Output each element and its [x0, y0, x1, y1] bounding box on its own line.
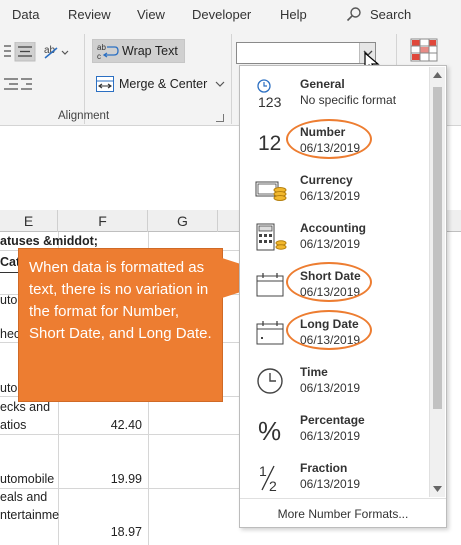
svg-text:12: 12: [258, 132, 281, 155]
wrap-text-label: Wrap Text: [122, 44, 178, 58]
cell-e8-line1[interactable]: eals and: [0, 490, 47, 504]
ribbon-tab-bar: Data Review View Developer Help Search: [0, 0, 461, 30]
format-item-currency[interactable]: Currency 06/13/2019: [240, 164, 430, 212]
number-12-icon: 12: [258, 132, 281, 155]
gridline: [0, 488, 240, 489]
triangle-down-icon: [433, 486, 442, 492]
alignment-group-label: Alignment: [58, 110, 110, 122]
format-name: Currency: [300, 173, 353, 187]
format-item-accounting[interactable]: Accounting 06/13/2019: [240, 212, 430, 260]
format-sample: 06/13/2019: [300, 429, 361, 443]
svg-text:2: 2: [269, 478, 277, 492]
scroll-up-button[interactable]: [430, 67, 445, 83]
format-item-general[interactable]: 123 General No specific format: [240, 68, 430, 116]
cell-e6-line2[interactable]: atios: [0, 418, 26, 432]
cell-e7[interactable]: utomobile: [0, 472, 54, 486]
highlight-oval-short-date: [286, 262, 372, 302]
format-sample: 06/13/2019: [300, 189, 361, 203]
format-item-percentage[interactable]: % Percentage 06/13/2019: [240, 404, 430, 452]
accounting-icon: [256, 223, 287, 251]
merge-center-button[interactable]: Merge & Center: [92, 73, 229, 95]
cell-e1[interactable]: atuses &middot;: [0, 234, 98, 248]
svg-text:c: c: [97, 52, 101, 60]
cell-f8[interactable]: 18.97: [60, 525, 142, 539]
align-buttons-icon[interactable]: [4, 42, 38, 62]
tab-data[interactable]: Data: [12, 7, 39, 22]
svg-text:ab: ab: [97, 43, 106, 52]
alignment-dialog-launcher[interactable]: [216, 114, 224, 122]
tab-help[interactable]: Help: [280, 7, 307, 22]
annotation-callout: When data is formatted as text, there is…: [18, 248, 223, 402]
svg-text:%: %: [258, 416, 281, 444]
general-123-icon: 123: [257, 79, 282, 108]
orientation-icon[interactable]: ab: [42, 42, 70, 62]
wrap-text-icon: ab c: [97, 43, 119, 60]
merge-center-label: Merge & Center: [119, 77, 208, 91]
format-name: Percentage: [300, 413, 365, 427]
more-number-formats-link[interactable]: More Number Formats...: [240, 498, 446, 528]
tab-review[interactable]: Review: [68, 7, 111, 22]
format-sample: No specific format: [300, 93, 397, 107]
format-sample: 06/13/2019: [300, 477, 361, 491]
merge-center-icon: [96, 76, 114, 92]
column-header-g[interactable]: G: [148, 210, 218, 232]
ribbon-separator: [231, 34, 232, 124]
format-sample: 06/13/2019: [300, 237, 361, 251]
search-icon: [346, 7, 361, 22]
tell-me-search[interactable]: Search: [346, 6, 411, 22]
cell-e5[interactable]: uto: [0, 381, 17, 395]
svg-text:1: 1: [259, 463, 267, 479]
format-name: Fraction: [300, 461, 348, 475]
column-header-e[interactable]: E: [0, 210, 58, 232]
format-name: General: [300, 77, 345, 91]
clock-icon: [257, 368, 283, 394]
cell-e3[interactable]: uto: [0, 293, 17, 307]
scroll-down-button[interactable]: [430, 481, 445, 497]
format-name: Accounting: [300, 221, 366, 235]
cell-f7[interactable]: 19.99: [60, 472, 142, 486]
highlight-oval-number: [286, 119, 372, 159]
currency-icon: [255, 181, 287, 201]
format-item-fraction[interactable]: 1 2 Fraction 06/13/2019: [240, 452, 430, 500]
tab-developer[interactable]: Developer: [192, 7, 251, 22]
cell-e8-line2[interactable]: ntertainme: [0, 508, 59, 522]
dropdown-scrollbar[interactable]: [429, 67, 445, 497]
cell-e6-line1[interactable]: ecks and: [0, 400, 50, 414]
highlight-oval-long-date: [286, 310, 372, 350]
column-header-f[interactable]: F: [58, 210, 148, 232]
number-format-combobox[interactable]: [236, 42, 376, 64]
format-name: Time: [300, 365, 328, 379]
long-date-calendar-icon: [256, 321, 284, 345]
conditional-formatting-icon[interactable]: [410, 38, 440, 64]
format-item-time[interactable]: Time 06/13/2019: [240, 356, 430, 404]
chevron-down-icon: [215, 81, 225, 87]
scroll-thumb[interactable]: [433, 87, 442, 409]
callout-text: When data is formatted as text, there is…: [29, 259, 212, 342]
percent-icon: %: [258, 416, 281, 444]
cell-f6[interactable]: 42.40: [60, 418, 142, 432]
fraction-icon: 1 2: [259, 463, 277, 492]
indent-icon[interactable]: [4, 76, 32, 92]
number-format-dropdown: 123 General No specific format 12 Number…: [239, 65, 447, 528]
svg-text:123: 123: [258, 94, 282, 108]
search-label: Search: [370, 6, 412, 22]
wrap-text-button[interactable]: ab c Wrap Text: [92, 39, 185, 63]
short-date-calendar-icon: [256, 273, 284, 297]
tab-view[interactable]: View: [137, 7, 165, 22]
format-sample: 06/13/2019: [300, 381, 361, 395]
gridline: [0, 434, 240, 435]
triangle-up-icon: [433, 72, 442, 78]
